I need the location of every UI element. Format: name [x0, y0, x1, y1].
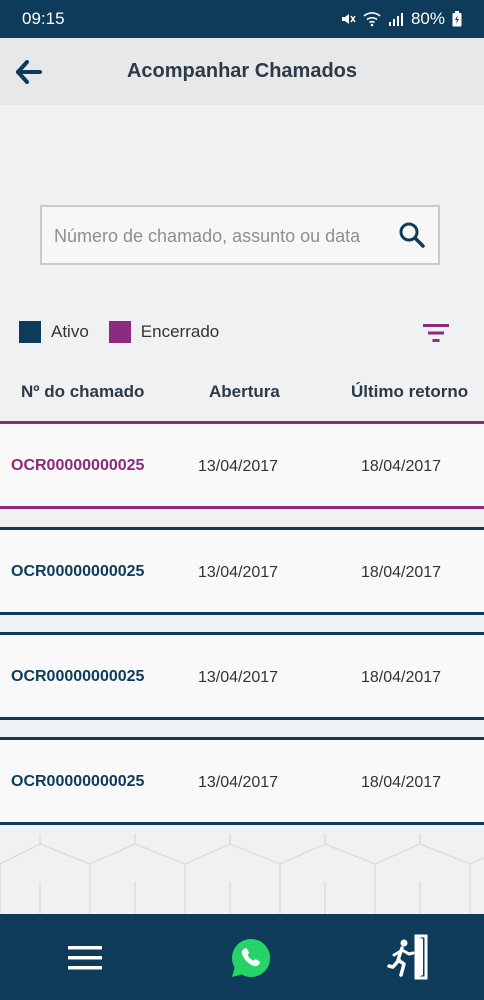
ticket-opened-date: 13/04/2017	[198, 774, 279, 791]
ticket-last-return-date: 18/04/2017	[361, 669, 442, 686]
status-bar: 09:15 80%	[0, 0, 484, 38]
ticket-row[interactable]: OCR00000000025 13/04/2017 18/04/2017	[0, 632, 484, 720]
filter-button[interactable]	[422, 322, 450, 344]
ticket-opened-date: 13/04/2017	[198, 669, 279, 686]
ticket-id: OCR00000000025	[11, 773, 145, 790]
menu-button[interactable]	[66, 941, 104, 975]
status-icons: 80%	[340, 9, 462, 29]
legend-label-closed: Encerrado	[140, 322, 220, 341]
legend-label-active: Ativo	[51, 322, 89, 341]
background-pattern	[0, 834, 484, 914]
battery-charging-icon	[452, 11, 462, 27]
column-header-opening: Abertura	[209, 382, 280, 401]
search-input[interactable]	[52, 207, 391, 265]
bottom-navigation	[0, 914, 484, 1000]
ticket-id: OCR00000000025	[11, 563, 145, 580]
signal-icon	[388, 12, 404, 26]
search-icon	[399, 222, 425, 248]
column-header-ticket-number: Nº do chamado	[21, 382, 145, 401]
wifi-icon	[363, 11, 381, 27]
exit-door-icon	[387, 934, 428, 980]
hamburger-menu-icon	[68, 946, 102, 970]
status-legend: Ativo Encerrado	[19, 321, 239, 343]
column-header-last-return: Último retorno	[351, 382, 469, 401]
filter-icon	[423, 324, 449, 342]
battery-percent: 80%	[410, 9, 445, 28]
app-header: Acompanhar Chamados	[0, 38, 484, 105]
ticket-opened-date: 13/04/2017	[198, 564, 279, 581]
ticket-opened-date: 13/04/2017	[198, 458, 279, 475]
legend-swatch-active	[19, 321, 41, 343]
ticket-row[interactable]: OCR00000000025 13/04/2017 18/04/2017	[0, 421, 484, 509]
status-time: 09:15	[22, 9, 65, 28]
ticket-last-return-date: 18/04/2017	[361, 774, 442, 791]
ticket-id: OCR00000000025	[11, 457, 145, 474]
legend-swatch-closed	[108, 321, 131, 343]
ticket-last-return-date: 18/04/2017	[361, 564, 442, 581]
exit-button[interactable]	[386, 933, 430, 981]
mute-icon	[340, 11, 356, 27]
ticket-row[interactable]: OCR00000000025 13/04/2017 18/04/2017	[0, 737, 484, 825]
ticket-id: OCR00000000025	[11, 668, 145, 685]
ticket-row[interactable]: OCR00000000025 13/04/2017 18/04/2017	[0, 527, 484, 615]
ticket-last-return-date: 18/04/2017	[361, 458, 442, 475]
search-button[interactable]	[398, 221, 426, 249]
page-title: Acompanhar Chamados	[126, 60, 358, 82]
whatsapp-icon	[231, 938, 271, 977]
whatsapp-button[interactable]	[229, 936, 273, 980]
search-box	[40, 205, 440, 265]
